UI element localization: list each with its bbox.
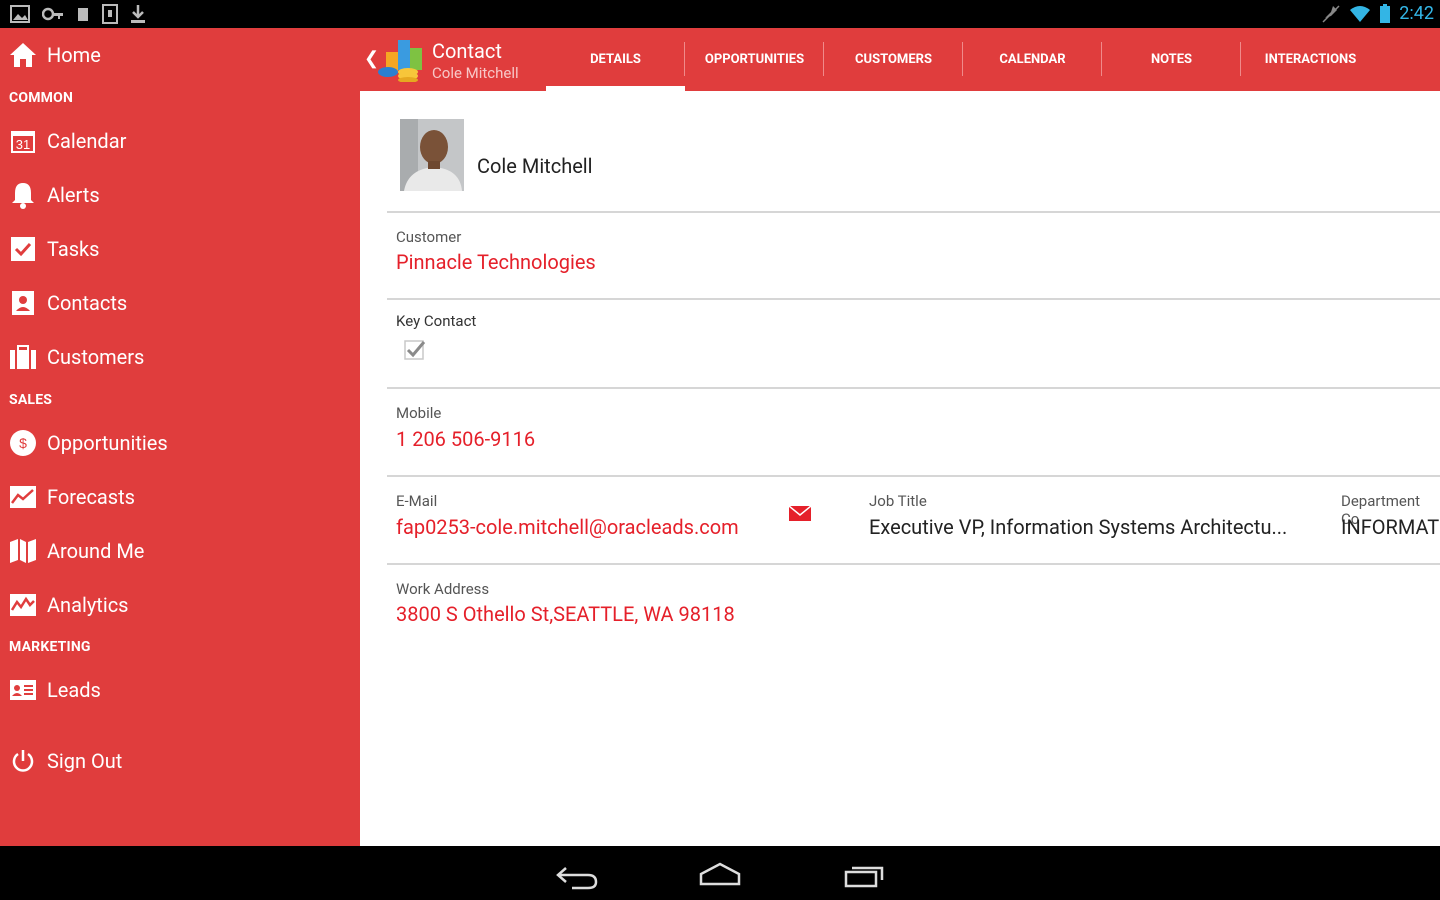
analytics-icon [9, 591, 37, 619]
checkbox-icon [9, 235, 37, 263]
customer-label: Customer [396, 228, 462, 246]
sidebar-item-label: Sign Out [47, 749, 123, 773]
job-title-value: Executive VP, Information Systems Archit… [869, 515, 1288, 539]
action-bar: ❮ Contact Cole Mitchell DETAILS OPPORTUN… [360, 28, 1440, 91]
tab-label: INTERACTIONS [1264, 52, 1357, 67]
download-icon [131, 5, 145, 23]
sidebar-item-contacts[interactable]: Contacts [0, 276, 360, 330]
job-title-label: Job Title [869, 492, 927, 510]
email-label: E-Mail [396, 492, 438, 510]
wifi-icon [1350, 5, 1371, 22]
tab-details[interactable]: DETAILS [546, 28, 685, 91]
sidebar-item-label: Alerts [47, 183, 100, 207]
recent-apps-icon[interactable] [840, 856, 890, 892]
status-left-icons [10, 4, 146, 24]
tab-label: CUSTOMERS [855, 52, 932, 67]
sidebar-item-calendar[interactable]: 31 Calendar [0, 114, 360, 168]
divider [387, 211, 1440, 213]
app-logo-icon[interactable] [374, 38, 426, 82]
sidebar-item-label: Around Me [47, 539, 145, 563]
key-contact-label: Key Contact [396, 312, 477, 330]
tab-label: NOTES [1150, 52, 1193, 67]
avatar [400, 119, 464, 191]
status-time: 2:42 [1399, 3, 1434, 24]
home-nav-icon[interactable] [695, 856, 745, 892]
contact-name: Cole Mitchell [477, 154, 593, 178]
sidebar-item-around-me[interactable]: Around Me [0, 524, 360, 578]
status-right-icons: 2:42 [1321, 3, 1434, 24]
sidebar-item-label: Leads [47, 678, 101, 702]
divider [387, 387, 1440, 389]
svg-text:$: $ [19, 435, 27, 451]
tab-notes[interactable]: NOTES [1102, 28, 1241, 91]
sidebar-item-label: Customers [47, 345, 145, 369]
sidebar-item-home[interactable]: Home [0, 28, 360, 82]
tab-label: CALENDAR [999, 52, 1066, 67]
sidebar: Home COMMON 31 Calendar Alerts Tasks Con… [0, 28, 360, 846]
tab-bar: DETAILS OPPORTUNITIES CUSTOMERS CALENDAR… [546, 28, 1380, 91]
sim-icon [78, 8, 88, 21]
mute-icon [1322, 4, 1340, 23]
section-header-marketing: MARKETING [9, 639, 91, 655]
tab-label: OPPORTUNITIES [704, 52, 805, 67]
divider [387, 475, 1440, 477]
sidebar-item-sign-out[interactable]: Sign Out [0, 734, 360, 788]
sidebar-item-opportunities[interactable]: $ Opportunities [0, 416, 360, 470]
svg-text:31: 31 [16, 137, 30, 152]
gallery-icon [10, 5, 30, 23]
tab-customers[interactable]: CUSTOMERS [824, 28, 963, 91]
home-icon [9, 41, 37, 69]
contact-book-icon [9, 289, 37, 317]
mail-icon[interactable] [788, 503, 814, 525]
battery-icon [1380, 3, 1391, 23]
system-nav-bar [0, 846, 1440, 900]
mobile-link[interactable]: 1 206 506-9116 [396, 427, 535, 451]
key-icon [42, 7, 63, 21]
trend-icon [9, 483, 37, 511]
sidebar-item-label: Contacts [47, 291, 128, 315]
tab-opportunities[interactable]: OPPORTUNITIES [685, 28, 824, 91]
department-value: INFORMAT [1341, 515, 1440, 539]
email-link[interactable]: fap0253-cole.mitchell@oracleads.com [396, 515, 739, 539]
contact-details-panel: Cole Mitchell Customer Pinnacle Technolo… [360, 91, 1440, 846]
sidebar-item-label: Forecasts [47, 485, 135, 509]
mobile-label: Mobile [396, 404, 442, 422]
sidebar-item-label: Analytics [47, 593, 129, 617]
page-subtitle: Cole Mitchell [432, 64, 519, 82]
sidebar-item-label: Opportunities [47, 431, 168, 455]
id-card-icon [9, 676, 37, 704]
work-address-label: Work Address [396, 580, 490, 598]
briefcase-icon [9, 343, 37, 371]
sidebar-item-label: Calendar [47, 129, 127, 153]
section-header-sales: SALES [9, 392, 53, 408]
tab-interactions[interactable]: INTERACTIONS [1241, 28, 1380, 91]
sidebar-item-analytics[interactable]: Analytics [0, 578, 360, 632]
screenshot-icon [102, 4, 118, 24]
sidebar-item-tasks[interactable]: Tasks [0, 222, 360, 276]
bell-icon [9, 181, 37, 209]
customer-link[interactable]: Pinnacle Technologies [396, 250, 596, 274]
sidebar-item-alerts[interactable]: Alerts [0, 168, 360, 222]
page-title: Contact [432, 39, 502, 63]
back-icon[interactable] [552, 856, 602, 892]
work-address-link[interactable]: 3800 S Othello St,SEATTLE, WA 98118 [396, 602, 735, 626]
calendar-icon: 31 [9, 127, 37, 155]
dollar-icon: $ [9, 429, 37, 457]
power-icon [9, 747, 37, 775]
sidebar-item-customers[interactable]: Customers [0, 330, 360, 384]
status-bar: 2:42 [0, 0, 1440, 28]
sidebar-item-label: Home [47, 43, 101, 67]
divider [387, 298, 1440, 300]
section-header-common: COMMON [9, 90, 74, 106]
tab-label: DETAILS [590, 52, 641, 67]
tab-calendar[interactable]: CALENDAR [963, 28, 1102, 91]
key-contact-checkbox[interactable] [404, 338, 426, 360]
map-icon [9, 537, 37, 565]
sidebar-item-label: Tasks [47, 237, 100, 261]
divider [387, 563, 1440, 565]
sidebar-item-forecasts[interactable]: Forecasts [0, 470, 360, 524]
sidebar-item-leads[interactable]: Leads [0, 663, 360, 717]
